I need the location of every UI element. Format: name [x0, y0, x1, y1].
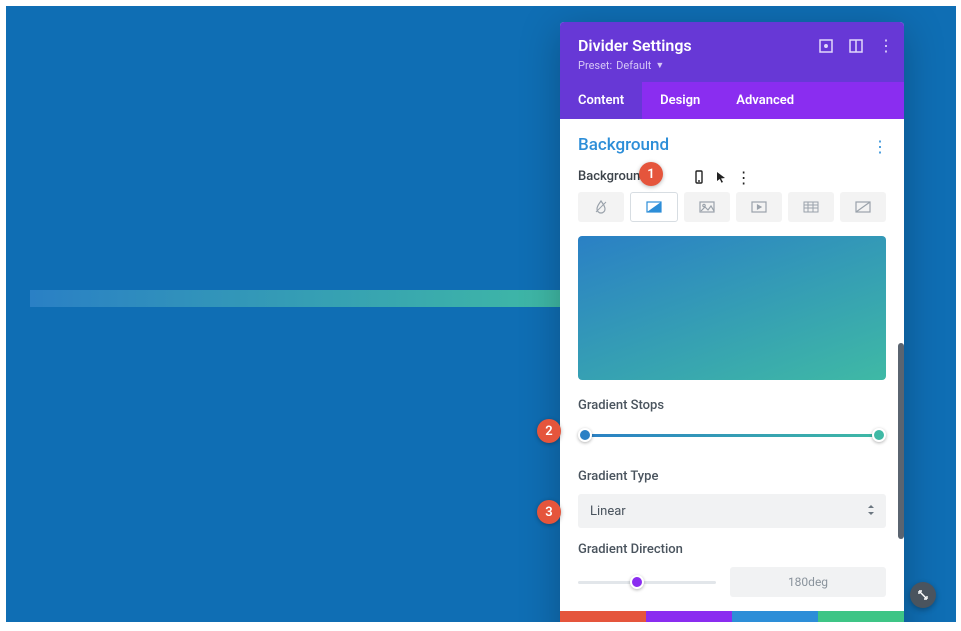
panel-footer — [560, 611, 904, 622]
gradient-type-value: Linear — [578, 494, 886, 528]
chevron-down-icon: ▼ — [655, 60, 664, 71]
gradient-direction-row — [578, 567, 886, 597]
header-icon-row — [818, 38, 894, 54]
tab-bar: Content Design Advanced — [560, 82, 904, 119]
direction-track-bg — [578, 581, 716, 584]
gradient-type-select[interactable]: Linear — [578, 494, 886, 528]
undo-button[interactable] — [646, 611, 732, 622]
annotation-badge-1: 1 — [639, 162, 663, 186]
background-field-label: Background — [578, 169, 648, 184]
preset-value: Default — [616, 59, 651, 72]
section-more-icon[interactable] — [872, 137, 888, 156]
background-type-tabs — [578, 192, 886, 222]
background-field-label-row: Background — [578, 169, 886, 184]
redo-button[interactable] — [732, 611, 818, 622]
page-canvas: Divider Settings Preset: Default ▼ Conte… — [6, 6, 956, 622]
preset-prefix: Preset: — [578, 59, 612, 72]
tab-content[interactable]: Content — [560, 82, 642, 119]
tab-design[interactable]: Design — [642, 82, 718, 119]
preset-selector[interactable]: Preset: Default ▼ — [578, 59, 886, 72]
annotation-badge-2: 2 — [537, 419, 561, 443]
gradient-preview[interactable] — [578, 236, 886, 380]
annotation-badge-3: 3 — [537, 500, 561, 524]
gradient-stop-handle-end[interactable] — [872, 428, 886, 442]
responsive-icon-row — [662, 170, 750, 184]
field-more-icon[interactable] — [736, 170, 750, 184]
bg-pattern-tab[interactable] — [788, 192, 834, 222]
section-title-background[interactable]: Background — [578, 135, 886, 155]
select-caret-icon — [866, 503, 876, 519]
gradient-direction-handle[interactable] — [630, 575, 644, 589]
expand-icon[interactable] — [818, 38, 834, 54]
bg-gradient-tab[interactable] — [630, 192, 678, 222]
bg-video-tab[interactable] — [736, 192, 782, 222]
phone-icon[interactable] — [692, 170, 706, 184]
panel-body: Background Background — [560, 119, 904, 611]
tab-advanced[interactable]: Advanced — [718, 82, 812, 119]
hover-cursor-icon[interactable] — [714, 170, 728, 184]
gradient-direction-label: Gradient Direction — [578, 542, 886, 557]
gradient-stops-label: Gradient Stops — [578, 398, 886, 413]
cancel-button[interactable] — [560, 611, 646, 622]
save-button[interactable] — [818, 611, 904, 622]
bg-color-tab[interactable] — [578, 192, 624, 222]
scrollbar-thumb[interactable] — [898, 343, 904, 539]
gradient-stops-slider[interactable] — [578, 427, 886, 443]
gradient-stop-handle-start[interactable] — [578, 428, 592, 442]
bg-mask-tab[interactable] — [840, 192, 886, 222]
bg-image-tab[interactable] — [684, 192, 730, 222]
resize-corner-button[interactable] — [910, 582, 936, 608]
gradient-direction-input[interactable] — [730, 567, 886, 597]
gradient-direction-slider[interactable] — [578, 574, 716, 590]
divider-module-preview[interactable] — [30, 290, 560, 307]
gradient-type-label: Gradient Type — [578, 469, 886, 484]
panel-more-icon[interactable] — [878, 38, 894, 54]
snap-icon[interactable] — [848, 38, 864, 54]
settings-panel: Divider Settings Preset: Default ▼ Conte… — [560, 22, 904, 622]
panel-header: Divider Settings Preset: Default ▼ — [560, 22, 904, 82]
gradient-stops-track — [584, 434, 880, 437]
